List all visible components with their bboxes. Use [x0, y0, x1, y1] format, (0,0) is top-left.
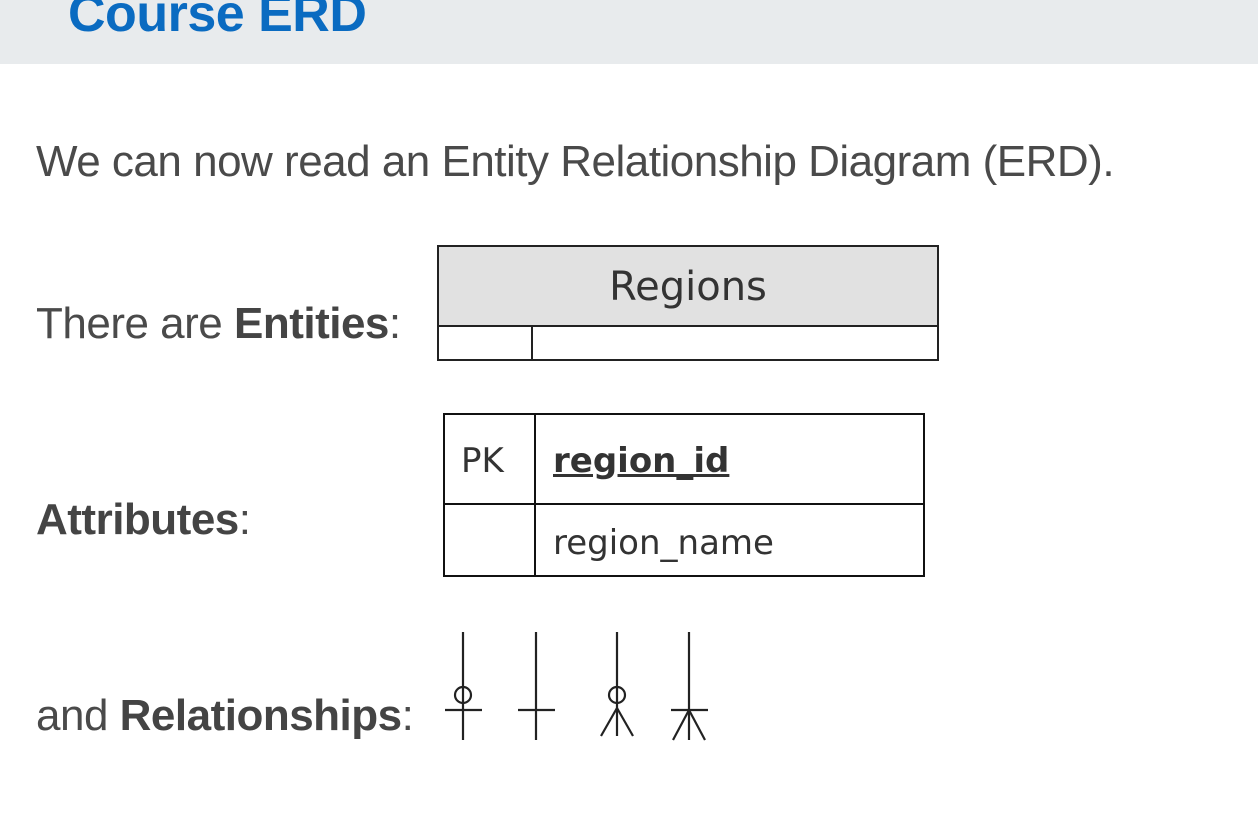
primary-key-label: PK: [461, 441, 504, 481]
entity-divider: [531, 327, 533, 359]
attributes-label-bold: Attributes: [36, 495, 239, 544]
entities-label-prefix: There are: [36, 299, 234, 348]
relationships-label-prefix: and: [36, 691, 120, 740]
entities-label-suffix: :: [388, 299, 401, 348]
attributes-label: Attributes:: [36, 494, 251, 547]
attribute-field: region_name: [553, 523, 774, 563]
attributes-row-divider: [445, 503, 923, 505]
entities-label: There are Entities:: [36, 298, 401, 351]
one-or-many-icon: [671, 632, 708, 741]
zero-or-many-icon: [600, 632, 634, 737]
relationships-label-suffix: :: [401, 691, 414, 740]
primary-key-field: region_id: [553, 441, 730, 481]
zero-or-one-icon: [445, 632, 482, 740]
attributes-label-suffix: :: [238, 495, 251, 544]
page-title: Course ERD: [68, 0, 367, 43]
relationship-symbols: [445, 632, 708, 741]
intro-text: We can now read an Entity Relationship D…: [36, 137, 1115, 186]
entities-label-bold: Entities: [233, 299, 389, 348]
entity-header: Regions: [439, 247, 937, 327]
entity-box-regions: Regions: [437, 245, 939, 361]
entity-name: Regions: [609, 264, 767, 310]
relationships-label-bold: Relationships: [119, 691, 403, 740]
attributes-table: PK region_id region_name: [443, 413, 925, 577]
relationships-label: and Relationships:: [36, 690, 414, 743]
exactly-one-icon: [518, 632, 555, 740]
page-header: Course ERD: [0, 0, 1258, 64]
attributes-column-divider: [534, 415, 536, 575]
